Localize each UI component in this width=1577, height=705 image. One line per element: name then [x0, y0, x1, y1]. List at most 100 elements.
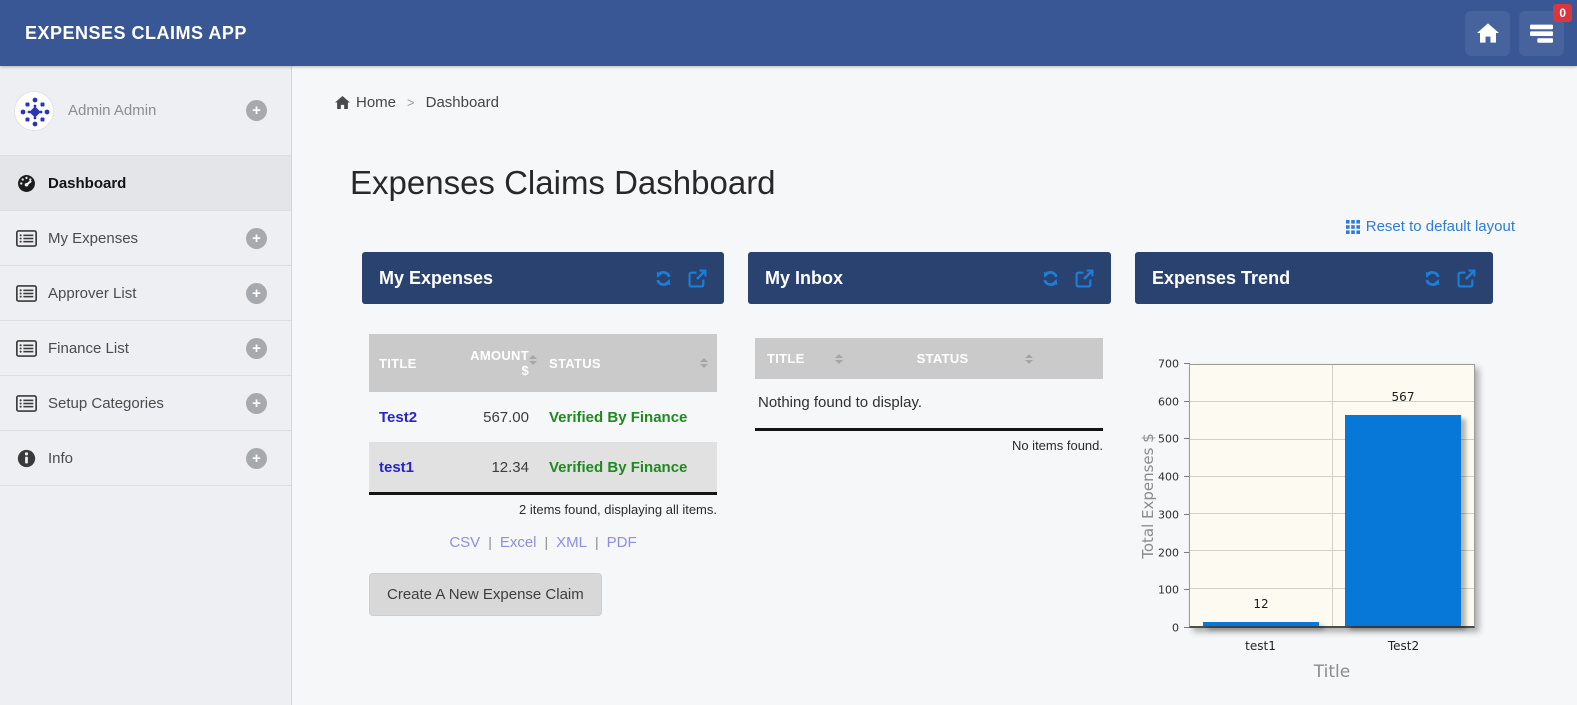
info-icon	[14, 449, 38, 468]
reset-layout-label: Reset to default layout	[1365, 218, 1515, 235]
bar-slot: 567	[1332, 365, 1474, 626]
y-tick-label: 100	[1158, 583, 1179, 597]
sidebar-item-label: My Expenses	[48, 229, 139, 247]
bar-Test2[interactable]	[1344, 414, 1462, 626]
list-icon	[14, 339, 38, 357]
bar-slot: 12	[1190, 365, 1332, 626]
chart-plot-area: 12 567	[1189, 364, 1475, 628]
table-header-row: TITLE STATUS	[755, 338, 1103, 379]
user-panel[interactable]: Admin Admin +	[0, 66, 291, 156]
chart-y-axis-title: Total Expenses $	[1139, 433, 1157, 559]
sidebar-item-approver-list[interactable]: Approver List +	[0, 266, 291, 321]
sidebar-item-label: Finance List	[48, 339, 129, 357]
sort-icon	[1025, 353, 1033, 364]
column-header-status[interactable]: STATUS	[539, 334, 717, 392]
export-pdf-link[interactable]: PDF	[607, 534, 637, 551]
sidebar-item-dashboard[interactable]: Dashboard	[0, 156, 291, 211]
breadcrumb-home-icon	[335, 96, 350, 109]
expenses-trend-header: Expenses Trend	[1135, 252, 1493, 304]
x-tick-label: test1	[1245, 639, 1276, 653]
home-button[interactable]	[1465, 10, 1510, 56]
avatar	[14, 90, 54, 131]
column-header-status[interactable]: STATUS	[904, 338, 1103, 379]
expense-link[interactable]: test1	[379, 459, 414, 476]
external-link-icon[interactable]	[1457, 269, 1476, 288]
page-title: Expenses Claims Dashboard	[350, 164, 776, 201]
sidebar-item-info[interactable]: Info +	[0, 431, 291, 486]
expense-link[interactable]: Test2	[379, 409, 417, 426]
export-links: CSV | Excel | XML | PDF	[449, 534, 637, 551]
user-name: Admin Admin	[68, 102, 157, 119]
notification-badge: 0	[1553, 3, 1572, 22]
sort-icon	[529, 355, 537, 365]
export-excel-link[interactable]: Excel	[500, 534, 537, 551]
empty-message: Nothing found to display.	[755, 379, 1103, 431]
plus-circle-icon[interactable]: +	[246, 227, 267, 249]
app-header: EXPENSES CLAIMS APP 0	[0, 0, 1577, 66]
refresh-icon[interactable]	[654, 269, 673, 288]
expense-status: Verified By Finance	[549, 408, 688, 426]
sidebar-item-my-expenses[interactable]: My Expenses +	[0, 211, 291, 266]
y-tick-label: 400	[1158, 470, 1179, 484]
external-link-icon[interactable]	[1075, 269, 1094, 288]
table-row: test1 12.34 Verified By Finance	[369, 442, 717, 492]
plus-circle-icon[interactable]: +	[246, 337, 267, 359]
table-row: Test2 567.00 Verified By Finance	[369, 392, 717, 442]
column-header-title[interactable]: TITLE	[369, 334, 457, 392]
my-expenses-header: My Expenses	[362, 252, 724, 304]
table-header-row: TITLE AMOUNT $ STATUS	[369, 334, 717, 392]
table-summary: No items found.	[1011, 438, 1103, 453]
bar-value-label: 12	[1253, 596, 1269, 611]
my-expenses-panel: My Expenses TITLE AMOUNT $ STATUS Test2 …	[362, 252, 724, 688]
my-inbox-panel: My Inbox TITLE STATUS Nothing found to d…	[748, 252, 1111, 688]
tasks-button[interactable]: 0	[1519, 3, 1572, 56]
refresh-icon[interactable]	[1041, 269, 1060, 288]
sort-icon	[834, 353, 843, 364]
panel-title: Expenses Trend	[1152, 267, 1291, 288]
y-tick-label: 600	[1158, 395, 1179, 409]
panel-title: My Expenses	[379, 267, 494, 288]
create-expense-button[interactable]: Create A New Expense Claim	[369, 573, 602, 616]
y-tick-label: 0	[1172, 621, 1179, 635]
panel-title: My Inbox	[765, 267, 844, 288]
sidebar-item-setup-categories[interactable]: Setup Categories +	[0, 376, 291, 431]
chart-x-labels: test1 Test2	[1189, 639, 1475, 655]
breadcrumb-separator: >	[407, 95, 415, 110]
bar-test1[interactable]	[1202, 621, 1320, 626]
sidebar-item-label: Setup Categories	[48, 394, 164, 412]
y-tick-label: 500	[1158, 432, 1179, 446]
dashboard-panels: My Expenses TITLE AMOUNT $ STATUS Test2 …	[362, 252, 1493, 688]
expenses-trend-panel: Expenses Trend Total Expenses $ 0 100 20…	[1135, 252, 1493, 688]
refresh-icon[interactable]	[1423, 269, 1442, 288]
sidebar-item-label: Dashboard	[48, 174, 127, 192]
sidebar-item-label: Info	[48, 449, 74, 467]
sort-icon	[700, 358, 708, 368]
breadcrumb-home-link[interactable]: Home	[356, 94, 396, 111]
table-summary: 2 items found, displaying all items.	[519, 502, 717, 517]
dashboard-icon	[14, 174, 38, 193]
reset-layout-link[interactable]: Reset to default layout	[1345, 218, 1515, 235]
export-csv-link[interactable]: CSV	[449, 534, 480, 551]
plus-circle-icon[interactable]: +	[246, 392, 267, 414]
breadcrumb-current: Dashboard	[425, 94, 499, 111]
plus-circle-icon[interactable]: +	[246, 100, 267, 121]
list-icon	[14, 284, 38, 302]
y-tick-label: 300	[1158, 508, 1179, 522]
my-inbox-table: TITLE STATUS Nothing found to display. N…	[755, 338, 1103, 453]
home-icon	[1476, 23, 1499, 43]
export-xml-link[interactable]: XML	[556, 534, 587, 551]
main-content: Home > Dashboard Expenses Claims Dashboa…	[293, 66, 1577, 705]
column-header-title[interactable]: TITLE	[755, 338, 905, 379]
chart-x-axis-title: Title	[1313, 662, 1351, 682]
external-link-icon[interactable]	[688, 269, 707, 288]
plus-circle-icon[interactable]: +	[246, 447, 267, 469]
expense-amount: 567.00	[483, 408, 529, 426]
topbar-actions: 0	[1465, 3, 1572, 56]
x-tick-label: Test2	[1387, 639, 1420, 653]
expense-status: Verified By Finance	[549, 458, 688, 476]
column-header-amount[interactable]: AMOUNT $	[457, 334, 539, 392]
app-title: EXPENSES CLAIMS APP	[25, 22, 247, 43]
plus-circle-icon[interactable]: +	[246, 282, 267, 304]
chart-y-axis: 0 100 200 300 400 500 600 700	[1157, 358, 1190, 635]
sidebar-item-finance-list[interactable]: Finance List +	[0, 321, 291, 376]
